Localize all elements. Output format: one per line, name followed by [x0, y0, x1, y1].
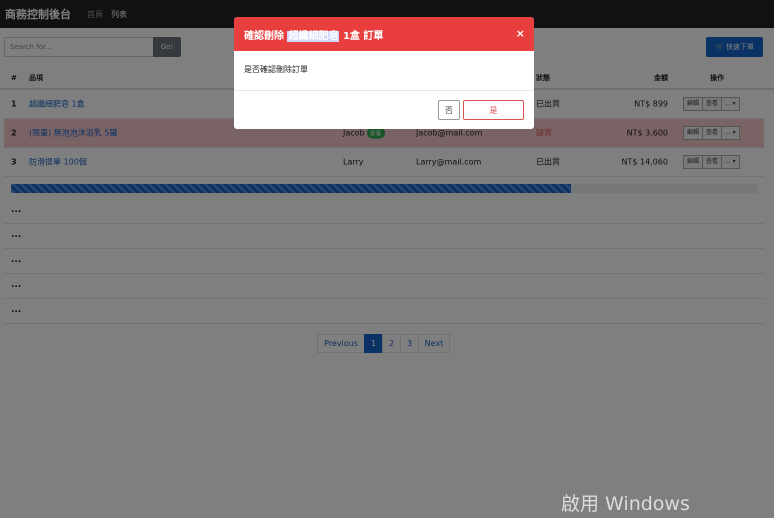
confirm-delete-dialog: 確認刪除 超纖細肥皂 1盒 訂單 × 是否確認刪除訂單 否 是 — [234, 17, 534, 129]
modal-body: 是否確認刪除訂單 — [234, 51, 534, 91]
yes-button[interactable]: 是 — [463, 100, 524, 120]
close-icon[interactable]: × — [516, 27, 525, 40]
modal-footer: 否 是 — [234, 91, 534, 129]
modal-header: 確認刪除 超纖細肥皂 1盒 訂單 × — [234, 17, 534, 51]
modal-title: 確認刪除 超纖細肥皂 1盒 訂單 — [244, 27, 383, 42]
windows-activation-watermark: 啟用 Windows — [561, 493, 690, 515]
modal-title-suffix: 1盒 訂單 — [339, 30, 384, 42]
no-button[interactable]: 否 — [438, 100, 460, 120]
modal-title-highlight: 超纖細肥皂 — [287, 30, 340, 42]
modal-title-prefix: 確認刪除 — [244, 30, 288, 42]
